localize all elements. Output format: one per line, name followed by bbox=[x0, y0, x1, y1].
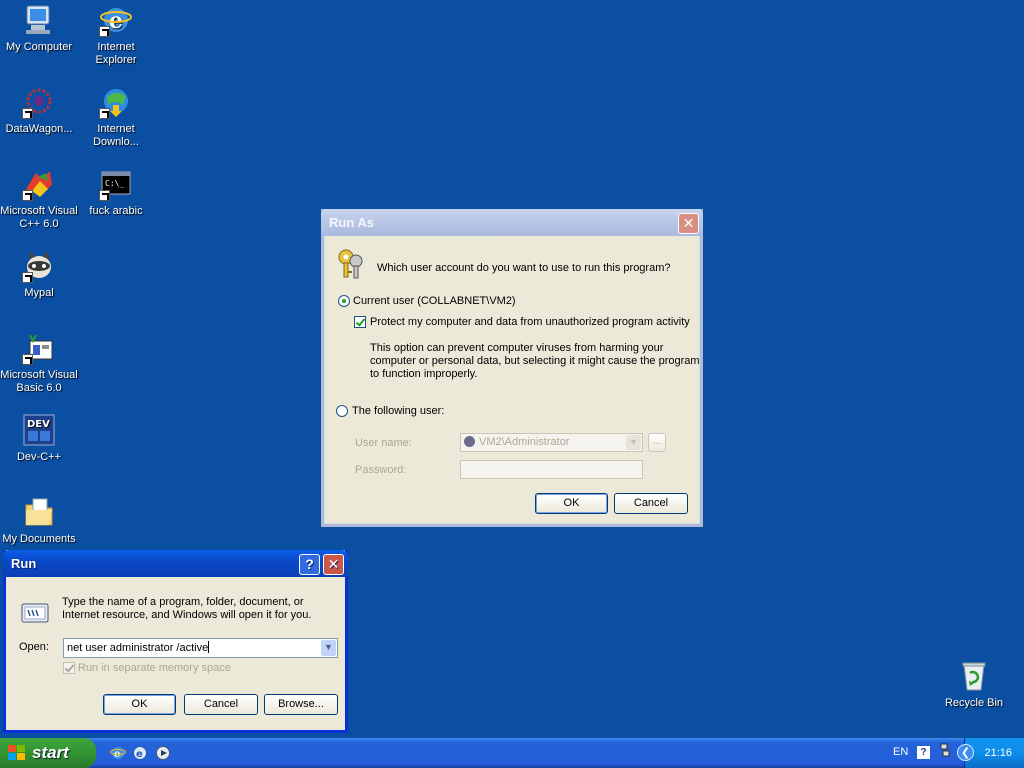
svg-text:C:\_: C:\_ bbox=[105, 179, 124, 188]
separate-memory-label: Run in separate memory space bbox=[78, 662, 231, 674]
mypal-icon bbox=[22, 249, 56, 283]
run-as-title: Run As bbox=[329, 215, 375, 230]
desktop-icon-label: Microsoft Visual Basic 6.0 bbox=[0, 369, 78, 394]
media-player-quicklaunch-icon[interactable] bbox=[155, 745, 171, 761]
shortcut-arrow-icon bbox=[99, 108, 110, 119]
keys-icon bbox=[334, 247, 368, 281]
run-as-question: Which user account do you want to use to… bbox=[377, 262, 671, 274]
desktop-icon-dev-cpp[interactable]: DEV Dev-C++ bbox=[0, 413, 78, 464]
internet-explorer-icon: e bbox=[99, 3, 133, 37]
open-command-input[interactable]: net user administrator /active ▼ bbox=[63, 638, 338, 658]
password-field[interactable] bbox=[460, 460, 643, 479]
my-computer-icon bbox=[22, 3, 56, 37]
current-user-radio[interactable] bbox=[338, 295, 350, 307]
svg-text:e: e bbox=[136, 749, 143, 760]
tray-expand-icon[interactable]: ❮ bbox=[957, 744, 974, 761]
run-close-button[interactable]: ✕ bbox=[323, 554, 344, 575]
desktop-icon-datawagon[interactable]: DataWagon... bbox=[0, 85, 78, 136]
desktop-icon-console-shortcut[interactable]: C:\_ fuck arabic bbox=[77, 167, 155, 218]
open-label: Open: bbox=[19, 641, 49, 653]
run-ok-button[interactable]: OK bbox=[103, 694, 176, 715]
shortcut-arrow-icon bbox=[22, 190, 33, 201]
run-as-cancel-button[interactable]: Cancel bbox=[614, 493, 688, 514]
desktop-icon-label: Mypal bbox=[24, 287, 54, 299]
user-icon bbox=[464, 436, 475, 447]
open-command-value: net user administrator /active bbox=[67, 642, 209, 654]
username-dropdown[interactable]: VM2\Administrator ▼ bbox=[460, 433, 643, 452]
desktop-icon-label: Dev-C++ bbox=[16, 451, 62, 463]
run-dialog: Run ? ✕ Type the name of a program, fold… bbox=[3, 550, 348, 733]
help-button[interactable]: ? bbox=[299, 554, 320, 575]
following-user-label[interactable]: The following user: bbox=[352, 405, 444, 417]
visual-cpp-icon bbox=[22, 167, 56, 201]
password-label: Password: bbox=[355, 464, 407, 476]
help-tray-icon[interactable]: ? bbox=[917, 746, 930, 759]
internet-download-manager-icon bbox=[99, 85, 133, 119]
recycle-bin-icon bbox=[957, 659, 991, 693]
taskbar: start e e EN ? 21:16 ❮ bbox=[0, 738, 1024, 768]
start-label: start bbox=[32, 743, 69, 762]
text-cursor bbox=[208, 641, 210, 653]
dev-cpp-icon: DEV bbox=[22, 413, 56, 447]
protect-computer-label[interactable]: Protect my computer and data from unauth… bbox=[370, 316, 690, 328]
chevron-down-icon[interactable]: ▼ bbox=[321, 640, 336, 656]
desktop-icon-label: Internet Downlo... bbox=[93, 123, 139, 148]
separate-memory-checkbox[interactable] bbox=[63, 662, 75, 674]
run-program-icon bbox=[19, 596, 53, 630]
desktop-icon-internet-explorer[interactable]: e Internet Explorer bbox=[77, 3, 155, 67]
shortcut-arrow-icon bbox=[22, 354, 33, 365]
clock[interactable]: 21:16 bbox=[984, 747, 1012, 759]
protect-description: This option can prevent computer viruses… bbox=[370, 342, 700, 380]
run-as-ok-button[interactable]: OK bbox=[535, 493, 608, 514]
desktop-icon-label: My Documents bbox=[2, 533, 76, 545]
desktop-icon-mypal[interactable]: Mypal bbox=[0, 249, 78, 300]
run-as-close-button[interactable]: ✕ bbox=[678, 213, 699, 234]
shortcut-arrow-icon bbox=[99, 190, 110, 201]
svg-text:DEV: DEV bbox=[27, 419, 50, 430]
run-cancel-button[interactable]: Cancel bbox=[184, 694, 258, 715]
windows-logo-icon bbox=[8, 745, 25, 760]
desktop-icon-recycle-bin[interactable]: Recycle Bin bbox=[935, 659, 1013, 710]
mail-quicklaunch-icon[interactable]: e bbox=[132, 745, 148, 761]
shortcut-arrow-icon bbox=[22, 272, 33, 283]
desktop-icon-visual-cpp[interactable]: Microsoft Visual C++ 6.0 bbox=[0, 167, 78, 231]
run-title: Run bbox=[11, 556, 37, 571]
following-user-radio[interactable] bbox=[336, 405, 348, 417]
run-as-titlebar[interactable]: Run As ✕ bbox=[321, 209, 703, 236]
username-value: VM2\Administrator bbox=[479, 436, 570, 448]
run-titlebar[interactable]: Run ? ✕ bbox=[3, 550, 348, 577]
protect-computer-checkbox[interactable] bbox=[354, 316, 366, 328]
username-label: User name: bbox=[355, 437, 412, 449]
run-as-dialog: Run As ✕ Which user account do you want … bbox=[321, 209, 703, 527]
shortcut-arrow-icon bbox=[99, 26, 110, 37]
language-indicator[interactable]: EN bbox=[893, 746, 908, 758]
visual-basic-icon bbox=[22, 331, 56, 365]
desktop-icon-visual-basic[interactable]: Microsoft Visual Basic 6.0 bbox=[0, 331, 78, 395]
network-tray-icon[interactable] bbox=[940, 743, 950, 757]
desktop-icon-label: fuck arabic bbox=[89, 205, 143, 217]
desktop-icon-label: DataWagon... bbox=[5, 123, 73, 135]
start-button[interactable]: start bbox=[0, 738, 96, 768]
desktop-icon-label: My Computer bbox=[5, 41, 73, 53]
desktop-icon-internet-download[interactable]: Internet Downlo... bbox=[77, 85, 155, 149]
desktop-icon-my-documents[interactable]: My Documents bbox=[0, 495, 78, 546]
my-documents-icon bbox=[22, 495, 56, 529]
chevron-down-icon[interactable]: ▼ bbox=[626, 435, 641, 450]
desktop-icon-label: Microsoft Visual C++ 6.0 bbox=[0, 205, 78, 230]
run-browse-button[interactable]: Browse... bbox=[264, 694, 338, 715]
desktop-icon-label: Recycle Bin bbox=[944, 697, 1004, 709]
datawagon-icon bbox=[22, 85, 56, 119]
current-user-label[interactable]: Current user (COLLABNET\VM2) bbox=[353, 295, 516, 307]
desktop-icon-label: Internet Explorer bbox=[95, 41, 137, 66]
internet-explorer-quicklaunch-icon[interactable]: e bbox=[110, 745, 126, 761]
browse-users-button[interactable]: ... bbox=[648, 433, 666, 452]
command-prompt-icon: C:\_ bbox=[99, 167, 133, 201]
run-description: Type the name of a program, folder, docu… bbox=[62, 596, 312, 621]
shortcut-arrow-icon bbox=[22, 108, 33, 119]
desktop-icon-my-computer[interactable]: My Computer bbox=[0, 3, 78, 54]
